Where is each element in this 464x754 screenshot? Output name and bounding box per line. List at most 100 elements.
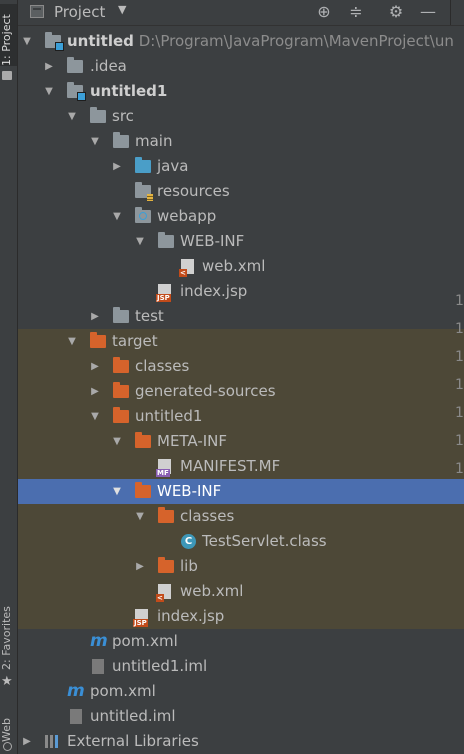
tree-node-webxml-out[interactable]: < web.xml (18, 579, 464, 604)
web-folder-icon (135, 207, 151, 223)
chevron-down-icon[interactable]: ▼ (111, 204, 123, 229)
class-file-icon: C (181, 534, 196, 549)
chevron-down-icon[interactable]: ▼ (111, 429, 123, 454)
folder-icon (90, 107, 106, 123)
chevron-right-icon[interactable]: ▶ (134, 554, 146, 579)
chevron-right-icon[interactable]: ▶ (21, 729, 33, 754)
tree-node-test[interactable]: ▶ test (18, 304, 464, 329)
tree-node-classes-target[interactable]: ▶ classes (18, 354, 464, 379)
resources-folder-icon (135, 182, 153, 201)
gutter-line-number: 1 (455, 405, 464, 421)
chevron-right-icon[interactable]: ▶ (111, 154, 123, 179)
excluded-folder-icon (135, 432, 151, 448)
tree-node-pom-root[interactable]: m pom.xml (18, 679, 464, 704)
tree-node-target[interactable]: ▼ target (18, 329, 464, 354)
gear-icon[interactable]: ⚙ (386, 2, 406, 22)
tree-node-webinf-out[interactable]: ▼ WEB-INF (18, 479, 464, 504)
jsp-file-icon: JSP (156, 284, 171, 302)
chevron-down-icon[interactable]: ▼ (66, 104, 78, 129)
chevron-down-icon[interactable]: ▼ (134, 229, 146, 254)
tree-node-indexjsp-src[interactable]: JSP index.jsp (18, 279, 464, 304)
xml-file-icon: < (179, 259, 194, 277)
gutter-line-number: 1 (455, 433, 464, 449)
gutter-line-number: 1 (455, 377, 464, 393)
tree-node-lib[interactable]: ▶ lib (18, 554, 464, 579)
tree-node-module[interactable]: ▼ untitled1 (18, 79, 464, 104)
chevron-right-icon[interactable]: ▶ (89, 354, 101, 379)
tree-node-java[interactable]: ▶ java (18, 154, 464, 179)
project-tab-icon (2, 71, 12, 80)
tree-node-webinf-src[interactable]: ▼ WEB-INF (18, 229, 464, 254)
chevron-down-icon[interactable]: ▼ (134, 504, 146, 529)
favorites-tool-tab[interactable]: 2: Favorites (0, 600, 17, 670)
maven-icon: m (90, 631, 108, 651)
iml-file-icon (70, 709, 82, 724)
tree-node-indexjsp-out[interactable]: JSP index.jsp (18, 604, 464, 629)
caret-down-icon[interactable]: ▼ (118, 3, 126, 16)
tree-node-untitled1-out[interactable]: ▼ untitled1 (18, 404, 464, 429)
tree-node-manifest[interactable]: MF MANIFEST.MF (18, 454, 464, 479)
editor-edge (450, 0, 464, 25)
gutter-line-number: 1 (455, 461, 464, 477)
gutter-line-number: 1 (455, 293, 464, 309)
gutter-line-number: 1 (455, 321, 464, 337)
iml-file-icon (92, 659, 104, 674)
folder-icon (113, 307, 129, 323)
project-tree[interactable]: ▼ untitled D:\Program\JavaProgram\MavenP… (18, 27, 464, 754)
xml-file-icon: < (156, 584, 171, 602)
minimize-icon[interactable]: — (418, 2, 438, 22)
module-folder-icon (67, 82, 86, 101)
tree-node-generated-sources[interactable]: ▶ generated-sources (18, 379, 464, 404)
tree-node-meta-inf[interactable]: ▼ META-INF (18, 429, 464, 454)
tree-node-idea[interactable]: ▶ .idea (18, 54, 464, 79)
excluded-folder-icon (158, 507, 174, 523)
tree-node-resources[interactable]: resources (18, 179, 464, 204)
web-tool-tab[interactable]: Web (0, 712, 17, 742)
excluded-folder-icon (113, 407, 129, 423)
jsp-file-icon: JSP (133, 609, 148, 627)
star-icon: ★ (1, 674, 13, 689)
tool-window-strip: 1: Project 2: Favorites ★ Web (0, 0, 18, 754)
tree-node-iml-root[interactable]: untitled.iml (18, 704, 464, 729)
excluded-folder-icon (158, 557, 174, 573)
chevron-down-icon[interactable]: ▼ (66, 329, 78, 354)
tree-node-iml-module[interactable]: untitled1.iml (18, 654, 464, 679)
chevron-right-icon[interactable]: ▶ (89, 304, 101, 329)
chevron-down-icon[interactable]: ▼ (89, 129, 101, 154)
tree-node-pom-module[interactable]: m pom.xml (18, 629, 464, 654)
tree-node-webapp[interactable]: ▼ webapp (18, 204, 464, 229)
tree-node-webxml-src[interactable]: < web.xml (18, 254, 464, 279)
tree-node-external-libraries[interactable]: ▶ External Libraries (18, 729, 464, 754)
chevron-right-icon[interactable]: ▶ (43, 54, 55, 79)
folder-icon (113, 132, 129, 148)
tree-node-root[interactable]: ▼ untitled D:\Program\JavaProgram\MavenP… (18, 29, 464, 54)
chevron-right-icon[interactable]: ▶ (89, 379, 101, 404)
project-tool-tab[interactable]: 1: Project (0, 4, 17, 66)
tree-node-src[interactable]: ▼ src (18, 104, 464, 129)
excluded-folder-icon (113, 382, 129, 398)
libraries-icon (45, 735, 61, 748)
project-icon (30, 5, 44, 18)
module-folder-icon (45, 32, 64, 51)
chevron-down-icon[interactable]: ▼ (21, 29, 33, 54)
excluded-folder-icon (90, 332, 106, 348)
panel-title[interactable]: Project (54, 3, 105, 21)
maven-icon: m (67, 681, 85, 701)
folder-icon (158, 232, 174, 248)
chevron-down-icon[interactable]: ▼ (89, 404, 101, 429)
folder-icon (67, 57, 83, 73)
root-path: D:\Program\JavaProgram\MavenProject\un (138, 32, 454, 50)
tree-node-classes-out[interactable]: ▼ classes (18, 504, 464, 529)
tree-node-main[interactable]: ▼ main (18, 129, 464, 154)
excluded-folder-icon (113, 357, 129, 373)
chevron-down-icon[interactable]: ▼ (43, 79, 55, 104)
project-panel-header: Project ▼ ⊕ ≑ ⚙ — (18, 0, 464, 26)
root-name: untitled (67, 32, 134, 50)
source-folder-icon (135, 157, 151, 173)
locate-icon[interactable]: ⊕ (314, 2, 334, 22)
web-icon (3, 742, 12, 751)
manifest-file-icon: MF (156, 459, 171, 477)
tree-node-servlet-class[interactable]: C TestServlet.class (18, 529, 464, 554)
chevron-down-icon[interactable]: ▼ (111, 479, 123, 504)
collapse-all-icon[interactable]: ≑ (346, 2, 366, 22)
